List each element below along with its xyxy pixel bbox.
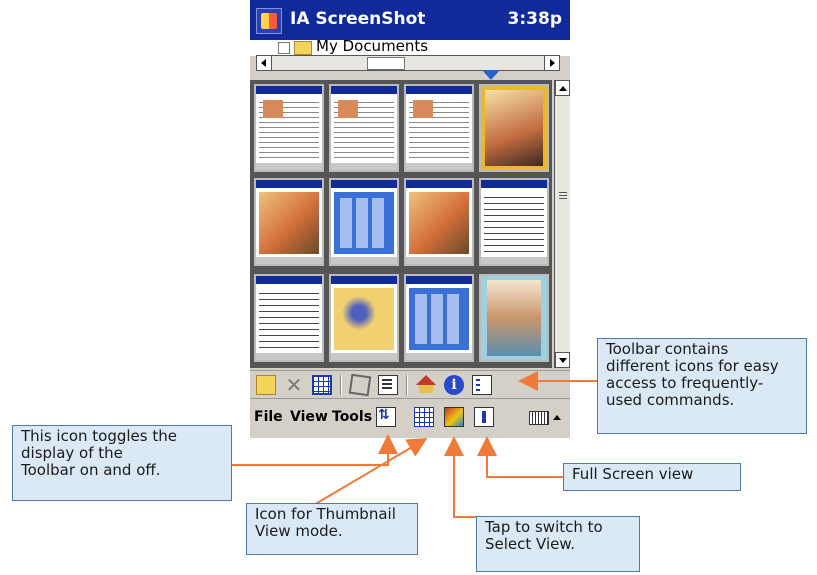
callout-toggle: This icon toggles the display of the Too…: [12, 425, 232, 501]
callout-thumbnail: Icon for Thumbnail View mode.: [246, 503, 418, 555]
callout-toolbar: Toolbar contains different icons for eas…: [597, 338, 807, 434]
arrow-fullscreen: [477, 436, 563, 478]
arrow-thumbnail: [311, 437, 428, 507]
callout-fullscreen: Full Screen view: [563, 463, 741, 491]
arrow-toggle: [232, 434, 398, 466]
callout-select: Tap to switch to Select View.: [476, 516, 640, 572]
arrow-select: [444, 436, 504, 518]
